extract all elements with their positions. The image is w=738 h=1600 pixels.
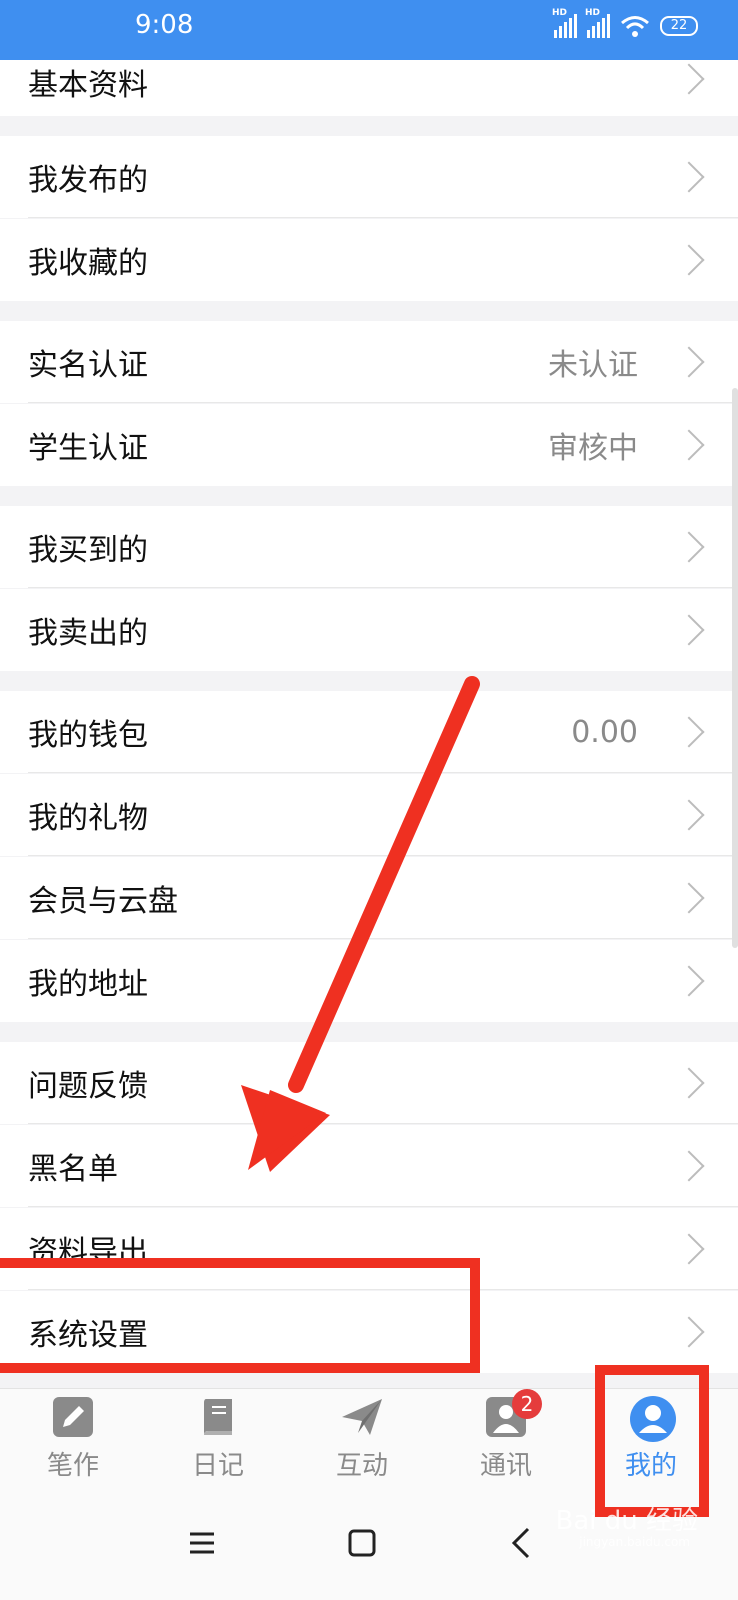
menu-item-feedback[interactable]: 问题反馈 (0, 1042, 738, 1124)
tab-label: 日记 (191, 1451, 244, 1481)
home-icon[interactable] (342, 1523, 382, 1563)
chevron-right-icon (673, 614, 705, 646)
chevron-right-icon (673, 161, 705, 193)
menu-item-real-name-auth[interactable]: 实名认证 未认证 (0, 321, 738, 403)
menu-item-basic-info[interactable]: 基本资料 (0, 60, 738, 116)
signal-icon: HD (552, 8, 577, 38)
annotation-highlight-mine-tab (595, 1365, 709, 1517)
divider (28, 772, 738, 773)
chevron-right-icon (673, 1150, 705, 1182)
menu-item-my-purchased[interactable]: 我买到的 (0, 506, 738, 588)
menu-item-my-sold[interactable]: 我卖出的 (0, 589, 738, 671)
contacts-icon: 2 (484, 1389, 542, 1439)
menu-item-label: 黑名单 (28, 1152, 118, 1187)
divider (28, 217, 738, 218)
menu-item-my-published[interactable]: 我发布的 (0, 136, 738, 218)
signal-icon: HD (585, 8, 610, 38)
chevron-right-icon (673, 63, 705, 95)
paper-plane-icon (340, 1395, 384, 1439)
divider (28, 1206, 738, 1207)
chevron-right-icon (673, 346, 705, 378)
menu-item-label: 实名认证 (28, 348, 148, 383)
divider (28, 855, 738, 856)
chevron-right-icon (673, 1316, 705, 1348)
menu-item-value: 审核中 (548, 431, 638, 466)
tab-contacts[interactable]: 2 通讯 (446, 1389, 566, 1482)
battery-icon: 22 (660, 16, 698, 36)
tab-label: 互动 (335, 1451, 388, 1481)
chevron-right-icon (673, 244, 705, 276)
chevron-right-icon (673, 799, 705, 831)
tab-interact[interactable]: 互动 (302, 1395, 422, 1482)
divider (28, 938, 738, 939)
menu-item-label: 学生认证 (28, 431, 148, 466)
tab-label: 笔作 (46, 1451, 99, 1481)
chevron-right-icon (673, 965, 705, 997)
book-icon (196, 1395, 240, 1439)
tab-diary[interactable]: 日记 (158, 1395, 278, 1482)
menu-item-label: 问题反馈 (28, 1069, 148, 1104)
menu-item-student-auth[interactable]: 学生认证 审核中 (0, 404, 738, 486)
menu-item-my-gifts[interactable]: 我的礼物 (0, 774, 738, 856)
menu-item-label: 我卖出的 (28, 616, 148, 651)
tab-label: 通讯 (479, 1451, 532, 1481)
menu-item-my-address[interactable]: 我的地址 (0, 940, 738, 1022)
status-time: 9:08 (135, 10, 194, 40)
chevron-right-icon (673, 882, 705, 914)
menu-item-label: 我的钱包 (28, 718, 148, 753)
menu-item-label: 我收藏的 (28, 246, 148, 281)
menu-icon[interactable] (182, 1523, 222, 1563)
menu-item-label: 我的地址 (28, 967, 148, 1002)
watermark-url: jingyan.baidu.com (579, 1535, 690, 1549)
chevron-right-icon (673, 1233, 705, 1265)
status-icons: HD HD 22 (552, 8, 698, 38)
pencil-icon (51, 1395, 95, 1439)
menu-item-membership-cloud[interactable]: 会员与云盘 (0, 857, 738, 939)
menu-item-label: 我买到的 (28, 533, 148, 568)
menu-item-my-favorites[interactable]: 我收藏的 (0, 219, 738, 301)
chevron-right-icon (673, 1067, 705, 1099)
status-bar: 9:08 HD HD 22 (0, 0, 738, 60)
chevron-right-icon (673, 531, 705, 563)
annotation-highlight-settings (0, 1258, 480, 1373)
divider (28, 402, 738, 403)
menu-item-value: 未认证 (548, 348, 638, 383)
menu-item-my-wallet[interactable]: 我的钱包 0.00 (0, 691, 738, 773)
notification-badge: 2 (512, 1389, 542, 1419)
menu-item-label: 我的礼物 (28, 801, 148, 836)
wifi-icon (621, 16, 649, 37)
divider (28, 587, 738, 588)
scrollbar[interactable] (732, 388, 738, 948)
chevron-right-icon (673, 716, 705, 748)
chevron-right-icon (673, 429, 705, 461)
menu-item-value: 0.00 (571, 714, 638, 750)
menu-item-label: 我发布的 (28, 163, 148, 198)
menu-item-blacklist[interactable]: 黑名单 (0, 1125, 738, 1207)
watermark: Bai du 经验 (555, 1506, 698, 1536)
back-icon[interactable] (502, 1523, 542, 1563)
tab-pencil[interactable]: 笔作 (13, 1395, 133, 1482)
menu-item-label: 基本资料 (28, 68, 148, 103)
menu-item-label: 会员与云盘 (28, 884, 178, 919)
divider (28, 1123, 738, 1124)
